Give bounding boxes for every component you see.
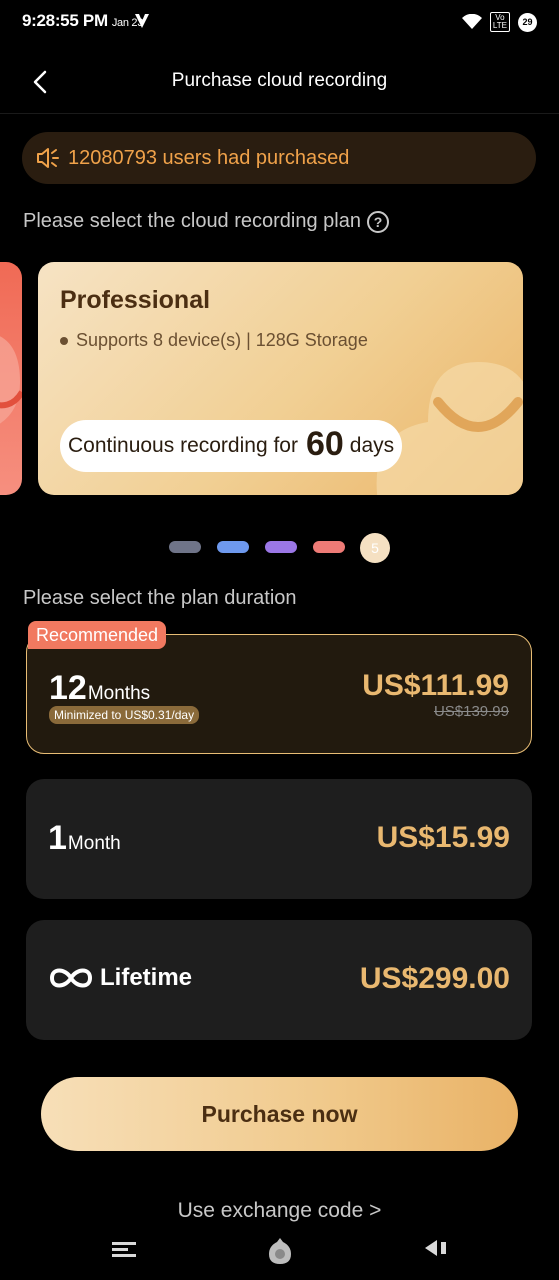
plan-section-label: Please select the cloud recording plan ? bbox=[23, 210, 389, 233]
duration-value: 60 bbox=[305, 424, 344, 463]
infinity-icon bbox=[49, 968, 93, 988]
duration-unit: days bbox=[349, 434, 395, 457]
bullet-icon bbox=[60, 336, 68, 345]
plan-name: Professional bbox=[60, 286, 211, 314]
purchase-now-button[interactable]: Purchase now bbox=[41, 1077, 518, 1151]
duration-price: US$299.00 bbox=[359, 962, 510, 995]
status-icons: Vo LTE 29 bbox=[461, 12, 537, 32]
lifetime-label: Lifetime bbox=[100, 964, 193, 991]
status-time-text: 9:28:55 PM bbox=[22, 11, 108, 30]
pager-dot-4[interactable] bbox=[313, 541, 345, 553]
menu-icon[interactable] bbox=[111, 1238, 137, 1258]
previous-plan-card[interactable] bbox=[0, 262, 22, 495]
home-icon[interactable] bbox=[267, 1236, 293, 1266]
cloud-decoration bbox=[376, 362, 523, 495]
duration-count: 12Months bbox=[49, 669, 150, 708]
exchange-code-link[interactable]: Use exchange code > bbox=[0, 1199, 559, 1223]
system-nav-bar bbox=[0, 1232, 559, 1280]
status-time: 9:28:55 PM Jan 23 bbox=[22, 11, 143, 31]
duration-option-lifetime[interactable]: Lifetime US$299.00 bbox=[26, 920, 532, 1040]
help-icon[interactable]: ? bbox=[367, 210, 389, 233]
plan-description-text: Supports 8 device(s) | 128G Storage bbox=[76, 330, 368, 350]
duration-option-12-months[interactable]: 12Months Minimized to US$0.31/day US$111… bbox=[26, 634, 532, 754]
status-bar: 9:28:55 PM Jan 23 Vo LTE 29 bbox=[0, 0, 559, 44]
promo-text: 12080793 users had purchased bbox=[68, 146, 350, 169]
duration-option-1-month[interactable]: 1Month US$15.99 bbox=[26, 779, 532, 899]
promo-banner: 12080793 users had purchased bbox=[22, 132, 536, 184]
recommended-badge: Recommended bbox=[28, 621, 167, 649]
duration-unit: Month bbox=[67, 833, 121, 854]
plan-section-label-text: Please select the cloud recording plan bbox=[23, 210, 361, 232]
pager-dot-2[interactable] bbox=[217, 541, 249, 553]
plan-duration-pill: Continuous recording for 60 days bbox=[60, 420, 403, 472]
carousel-pager: 5 bbox=[0, 533, 559, 563]
duration-section-label: Please select the plan duration bbox=[23, 587, 297, 610]
wifi-icon bbox=[461, 14, 482, 29]
plan-description: Supports 8 device(s) | 128G Storage bbox=[60, 330, 368, 351]
pager-dot-3[interactable] bbox=[265, 541, 297, 553]
lifetime-label-group: Lifetime bbox=[48, 964, 192, 992]
back-icon[interactable] bbox=[423, 1238, 449, 1258]
plan-card-professional[interactable]: Professional Supports 8 device(s) | 128G… bbox=[38, 262, 523, 495]
lte-icon: Vo LTE bbox=[489, 12, 510, 32]
duration-price: US$15.99 bbox=[376, 821, 510, 854]
top-nav-bar: Purchase cloud recording bbox=[0, 50, 559, 114]
duration-count-value: 1 bbox=[48, 819, 67, 857]
lte-badge-bottom: LTE bbox=[492, 21, 507, 30]
page-title: Purchase cloud recording bbox=[171, 70, 388, 91]
v-carrier-icon bbox=[135, 14, 149, 28]
duration-prefix: Continuous recording for bbox=[68, 434, 298, 457]
duration-price: US$111.99 bbox=[362, 669, 509, 702]
duration-count: 1Month bbox=[48, 819, 121, 858]
duration-section-label-text: Please select the plan duration bbox=[23, 587, 297, 609]
duration-unit: Months bbox=[87, 683, 151, 704]
pager-dot-1[interactable] bbox=[169, 541, 201, 553]
speaker-icon bbox=[37, 148, 59, 168]
battery-level: 29 bbox=[522, 17, 533, 27]
per-day-hint: Minimized to US$0.31/day bbox=[49, 706, 200, 724]
prev-card-deco bbox=[0, 336, 22, 424]
duration-old-price: US$139.99 bbox=[433, 703, 509, 720]
battery-icon: 29 bbox=[518, 12, 537, 32]
duration-count-value: 12 bbox=[49, 669, 87, 707]
pager-dot-active[interactable]: 5 bbox=[360, 533, 390, 563]
